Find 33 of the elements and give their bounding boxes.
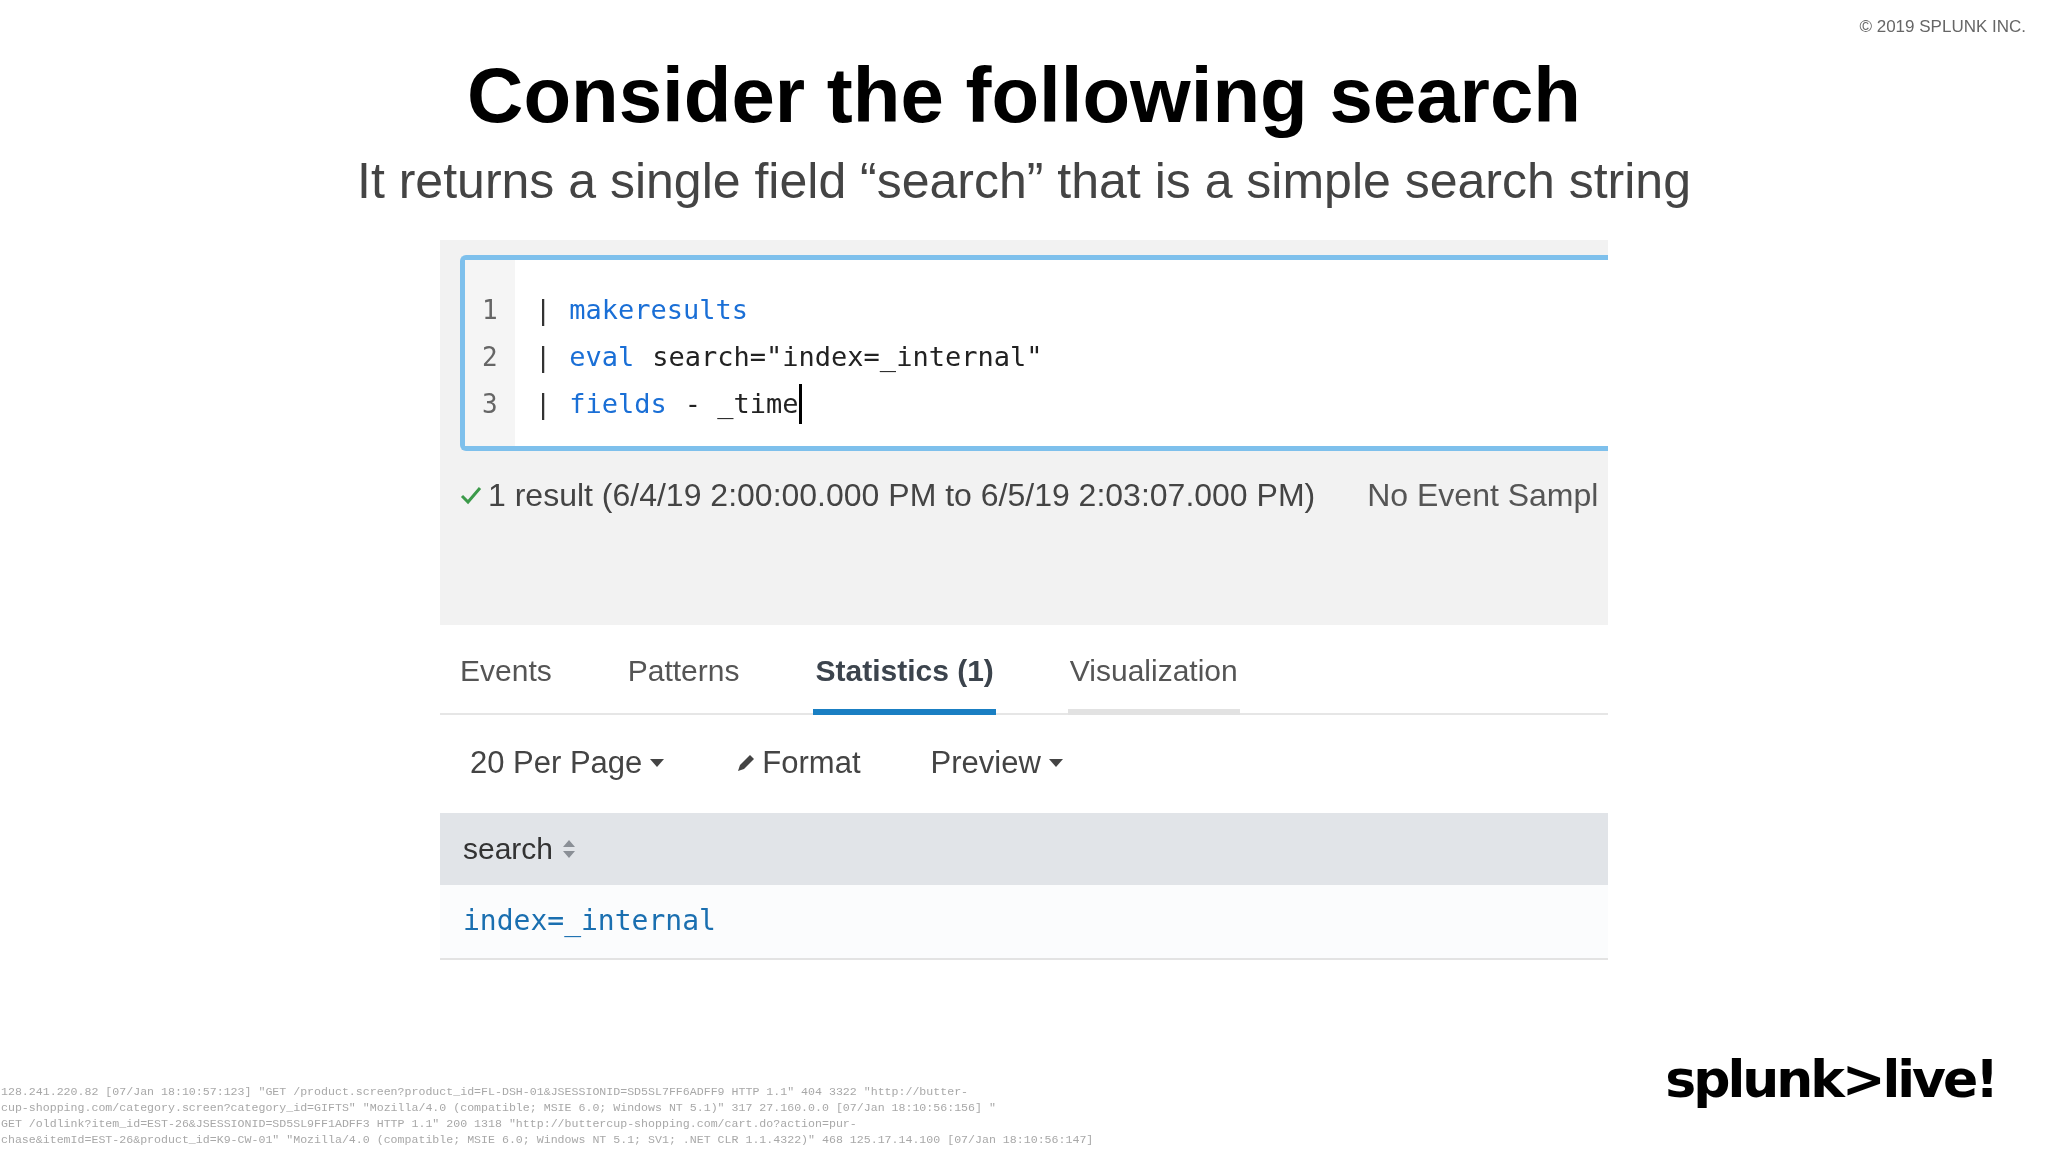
check-icon xyxy=(460,484,482,505)
search-command: makeresults xyxy=(569,292,749,327)
toolbar-dropdown[interactable]: Preview xyxy=(930,740,1063,787)
copyright-text: © 2019 SPLUNK INC. xyxy=(1859,16,2026,38)
log-line: cup-shopping.com/category.screen?category_id=GIFTS" "Mozilla/4.0 (compatible; MSIE 6.0; Windows NT 5.1)" 317 27.160.0.0 [07/Jan 18:10:56:156] " xyxy=(1,1100,997,1116)
log-line: chase&itemId=EST-26&product_id=K9-CW-01" "Mozilla/4.0 (compatible; MSIE 6.0; Windows NT 5.1; SV1; .NET CLR 1.1.4322)" 468 125.17.14.100 [07/Jan 18:10:56:147] xyxy=(1,1132,1094,1148)
line-number: 3 xyxy=(481,387,499,421)
table-cell-text: index=_internal xyxy=(463,903,716,939)
toolbar-dropdown[interactable]: 20 Per Page xyxy=(470,740,665,787)
pipe-symbol: | xyxy=(535,292,552,328)
column-header[interactable]: search xyxy=(463,826,578,871)
caret-icon xyxy=(650,759,665,768)
log-line: 128.241.220.82 [07/Jan 18:10:57:123] "GET /product.screen?product_id=FL-DSH-01&JSESSIONID=SD5SL7FF6ADFF9 HTTP 1.1" 404 3322 "http://butter- xyxy=(1,1084,970,1100)
log-line: GET /oldlink?item_id=EST-26&JSESSIONID=SD5SL9FF1ADFF3 HTTP 1.1" 200 1318 "http://buttercup-shopping.com/cart.do?action=pur- xyxy=(1,1116,858,1132)
search-command: fields xyxy=(569,386,667,421)
result-summary: 1 result (6/4/19 2:00:00.000 PM to 6/5/19 2:03:07.000 PM) xyxy=(488,475,1316,515)
results-tab[interactable]: Events xyxy=(458,647,554,715)
slide-subtitle: It returns a single field “search” that is a simple search string xyxy=(357,155,1691,206)
results-tab[interactable]: Statistics (1) xyxy=(813,647,996,715)
results-tab[interactable]: Patterns xyxy=(625,647,742,715)
code-text: search="index=_internal" xyxy=(652,339,1043,374)
search-editor[interactable]: 1 2 3 | makeresults | eval search="index=_internal" | fields - _time xyxy=(460,254,1608,451)
caret-icon xyxy=(1048,759,1063,768)
event-logo: splunk>live! xyxy=(1665,1048,1997,1111)
code-text: - _time xyxy=(684,386,799,421)
results-tab[interactable]: Visualization xyxy=(1067,647,1240,715)
pipe-symbol: | xyxy=(535,386,552,422)
sampling-dropdown[interactable]: No Event Sampl xyxy=(1367,470,1599,519)
pipe-symbol: | xyxy=(535,339,552,375)
search-command: eval xyxy=(569,339,635,374)
format-button[interactable]: Format xyxy=(734,740,861,787)
line-number: 1 xyxy=(481,293,499,327)
line-number: 2 xyxy=(481,340,499,374)
